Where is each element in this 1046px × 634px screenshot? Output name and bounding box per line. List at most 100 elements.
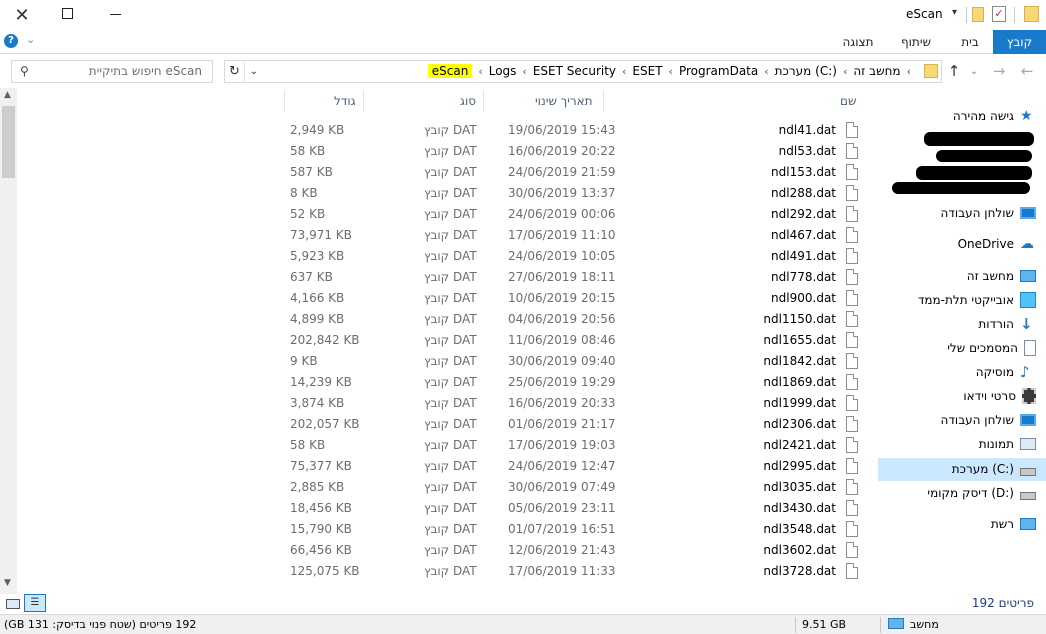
chevron-left-icon: ‹ xyxy=(668,64,673,78)
nav-desktop-pinned[interactable]: שולחן העבודה xyxy=(941,202,1036,224)
table-row[interactable]: 637 KB קובץ DAT 27/06/2019 18:11 ndl778.dat xyxy=(284,267,864,288)
table-row[interactable]: 2,885 KB קובץ DAT 30/06/2019 07:49 ndl3035.… xyxy=(284,477,864,498)
nav-network[interactable]: רשת xyxy=(991,513,1036,535)
nav-downloads[interactable]: ↓ הורדות xyxy=(978,313,1036,335)
table-row[interactable]: 58 KB קובץ DAT 16/06/2019 20:22 ndl53.dat xyxy=(284,141,864,162)
nav-3d-objects[interactable]: אובייקטי תלת-ממד xyxy=(918,289,1036,311)
table-row[interactable]: 73,971 KB קובץ DAT 17/06/2019 11:10 ndl467.… xyxy=(284,225,864,246)
column-header-type[interactable]: סוג xyxy=(460,88,476,114)
nav-documents[interactable]: המסמכים שלי xyxy=(947,337,1036,359)
computer-icon xyxy=(888,618,904,629)
chevron-left-icon: ‹ xyxy=(764,64,769,78)
cloud-icon: ☁ xyxy=(1020,236,1034,252)
file-type: קובץ DAT xyxy=(424,543,477,557)
search-input[interactable]: חיפוש בתיקיית eScan xyxy=(89,64,202,78)
scrollbar-thumb[interactable] xyxy=(2,106,15,178)
address-bar[interactable]: ↻ ⌄ ‹ מחשב זה ‹ מערכת (C:) ‹ ProgramData… xyxy=(224,60,942,83)
table-row[interactable]: 15,790 KB קובץ DAT 01/07/2019 16:51 ndl3548… xyxy=(284,519,864,540)
table-row[interactable]: 18,456 KB קובץ DAT 05/06/2019 23:11 ndl3430… xyxy=(284,498,864,519)
table-row[interactable]: 66,456 KB קובץ DAT 12/06/2019 21:43 ndl3602… xyxy=(284,540,864,561)
table-row[interactable]: 75,377 KB קובץ DAT 24/06/2019 12:47 ndl2995… xyxy=(284,456,864,477)
table-row[interactable]: 14,239 KB קובץ DAT 25/06/2019 19:29 ndl1869… xyxy=(284,372,864,393)
table-row[interactable]: 4,899 KB קובץ DAT 04/06/2019 20:56 ndl1150.… xyxy=(284,309,864,330)
nav-onedrive[interactable]: ☁ OneDrive xyxy=(958,233,1036,255)
minimize-icon[interactable] xyxy=(110,14,121,15)
column-divider xyxy=(284,90,285,112)
nav-pictures[interactable]: תמונות xyxy=(979,433,1036,455)
maximize-icon[interactable] xyxy=(62,8,73,19)
table-row[interactable]: 58 KB קובץ DAT 17/06/2019 19:03 ndl2421.dat xyxy=(284,435,864,456)
qat-dropdown-icon[interactable]: ▾ xyxy=(952,7,957,18)
nav-label: מחשב זה xyxy=(966,269,1014,283)
drive-icon xyxy=(1020,468,1036,476)
nav-quick-access[interactable]: ★ גישה מהירה xyxy=(953,105,1036,127)
properties-qat-icon[interactable]: ✓ xyxy=(992,6,1006,22)
nav-label: שולחן העבודה xyxy=(940,206,1014,220)
table-row[interactable]: 2,949 KB קובץ DAT 19/06/2019 15:43 ndl41.da… xyxy=(284,120,864,141)
redacted-block xyxy=(936,150,1032,162)
table-row[interactable]: 125,075 KB קובץ DAT 17/06/2019 11:33 ndl372… xyxy=(284,561,864,582)
ribbon-expand-icon[interactable]: ⌄ xyxy=(26,33,35,46)
scroll-up-icon[interactable]: ▲ xyxy=(4,90,11,100)
crumb-eset-security[interactable]: ESET Security xyxy=(533,64,616,78)
new-folder-qat-icon[interactable] xyxy=(972,7,984,22)
recent-dropdown-icon[interactable]: ⌄ xyxy=(968,63,980,79)
crumb-this-pc[interactable]: מחשב זה xyxy=(853,64,900,78)
address-dropdown-icon[interactable]: ⌄ xyxy=(245,61,263,82)
tab-share[interactable]: שיתוף xyxy=(892,30,940,54)
chevron-left-icon: ‹ xyxy=(906,64,911,78)
nav-videos[interactable]: סרטי וידאו xyxy=(963,385,1036,407)
column-header-size[interactable]: גודל xyxy=(334,88,356,114)
file-type: קובץ DAT xyxy=(424,144,477,158)
crumb-eset[interactable]: ESET xyxy=(632,64,662,78)
table-row[interactable]: 202,057 KB קובץ DAT 01/06/2019 21:17 ndl230… xyxy=(284,414,864,435)
sort-up-icon: ⌃ xyxy=(728,88,736,94)
back-arrow-icon[interactable]: ← xyxy=(1018,62,1036,80)
crumb-programdata[interactable]: ProgramData xyxy=(679,64,758,78)
table-row[interactable]: 9 KB קובץ DAT 30/06/2019 09:40 ndl1842.dat xyxy=(284,351,864,372)
table-row[interactable]: 52 KB קובץ DAT 24/06/2019 00:06 ndl292.dat xyxy=(284,204,864,225)
help-icon[interactable]: ? xyxy=(4,34,18,48)
ribbon-tabs: ? ⌄ תצוגה שיתוף בית קובץ xyxy=(0,30,1046,54)
nav-desktop[interactable]: שולחן העבודה xyxy=(941,409,1036,431)
details-view-icon[interactable]: ☰ xyxy=(24,594,46,612)
nav-this-pc[interactable]: מחשב זה xyxy=(967,265,1036,287)
crumb-logs[interactable]: Logs xyxy=(489,64,517,78)
close-icon[interactable]: ✕ xyxy=(8,4,36,26)
forward-arrow-icon[interactable]: → xyxy=(990,62,1008,80)
table-row[interactable]: 3,874 KB קובץ DAT 16/06/2019 20:33 ndl1999.… xyxy=(284,393,864,414)
drive-icon xyxy=(1020,492,1036,500)
file-icon xyxy=(846,185,858,201)
file-name: ndl3430.dat xyxy=(763,501,836,515)
tab-file[interactable]: קובץ xyxy=(993,30,1046,54)
file-date: 12/06/2019 21:43 xyxy=(508,543,616,557)
column-header-name[interactable]: שם xyxy=(840,88,856,114)
table-row[interactable]: 8 KB קובץ DAT 30/06/2019 13:37 ndl288.dat xyxy=(284,183,864,204)
file-list-scrollbar[interactable]: ▲ ▼ xyxy=(0,88,17,594)
crumb-c-drive[interactable]: מערכת (C:) xyxy=(775,64,837,78)
crumb-escan[interactable]: eScan xyxy=(427,64,473,78)
large-icons-view-icon[interactable] xyxy=(6,599,20,609)
table-row[interactable]: 4,166 KB קובץ DAT 10/06/2019 20:15 ndl900.d… xyxy=(284,288,864,309)
nav-c-drive[interactable]: מערכת (C:) xyxy=(952,458,1036,480)
nav-d-drive[interactable]: דיסק מקומי (D:) xyxy=(927,482,1036,504)
nav-label: מערכת (C:) xyxy=(951,462,1014,476)
file-date: 01/07/2019 16:51 xyxy=(508,522,616,536)
table-row[interactable]: 5,923 KB קובץ DAT 24/06/2019 10:05 ndl491.d… xyxy=(284,246,864,267)
nav-music[interactable]: ♪ מוסיקה xyxy=(976,361,1036,383)
refresh-icon[interactable]: ↻ xyxy=(225,61,245,82)
search-box[interactable]: ⚲ חיפוש בתיקיית eScan xyxy=(11,60,213,83)
up-arrow-icon[interactable]: ↑ xyxy=(946,62,962,80)
tab-view[interactable]: תצוגה xyxy=(836,30,880,54)
table-row[interactable]: 587 KB קובץ DAT 24/06/2019 21:59 ndl153.dat xyxy=(284,162,864,183)
scroll-down-icon[interactable]: ▼ xyxy=(4,578,11,588)
nav-label: מוסיקה xyxy=(975,365,1014,379)
tab-home[interactable]: בית xyxy=(950,30,990,54)
column-divider xyxy=(483,90,484,112)
column-header-date[interactable]: תאריך שינוי xyxy=(535,88,593,114)
file-name: ndl1999.dat xyxy=(763,396,836,410)
file-date: 24/06/2019 21:59 xyxy=(508,165,616,179)
file-type: קובץ DAT xyxy=(424,501,477,515)
table-row[interactable]: 202,842 KB קובץ DAT 11/06/2019 08:46 ndl165… xyxy=(284,330,864,351)
file-size: 2,885 KB xyxy=(290,480,345,494)
